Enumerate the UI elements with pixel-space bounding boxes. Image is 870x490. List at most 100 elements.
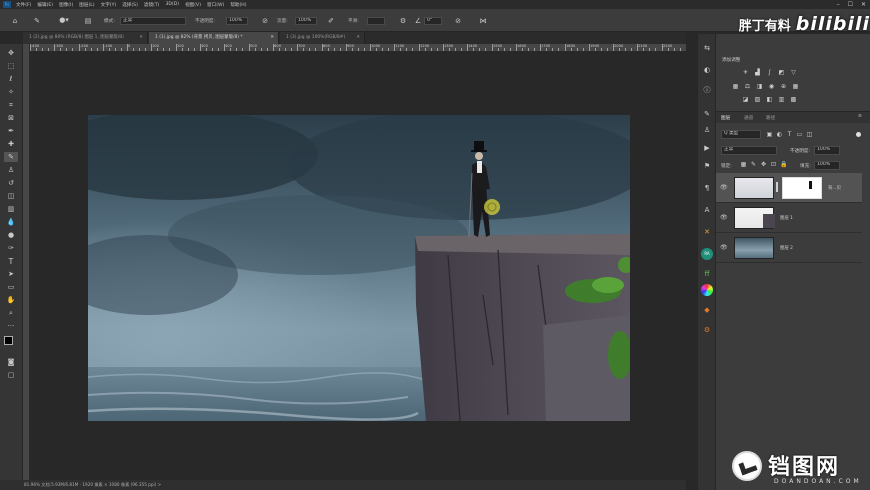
angle-input[interactable]: 0° [424, 17, 442, 25]
flow-input[interactable]: 100% [295, 17, 317, 25]
visibility-eye-icon[interactable]: 👁 [720, 244, 728, 251]
posterize-adjust-icon[interactable]: ▨ [754, 97, 761, 103]
chain-link-icon[interactable] [776, 182, 778, 192]
brightness-adjust-icon[interactable]: ☀ [742, 70, 749, 76]
zoom-tool-icon[interactable]: ⌕ [6, 309, 16, 317]
plugin-x-icon[interactable]: ✕ [702, 228, 712, 237]
color-wheel-icon[interactable] [701, 284, 713, 296]
dodge-tool-icon[interactable]: ● [6, 231, 16, 239]
blur-tool-icon[interactable]: 💧 [6, 218, 16, 226]
color-balance-adjust-icon[interactable]: ⚖ [744, 84, 751, 90]
layer-name[interactable]: 背...贝 [828, 185, 841, 191]
black-white-adjust-icon[interactable]: ◨ [756, 84, 763, 90]
invert-adjust-icon[interactable]: ◪ [742, 97, 749, 103]
filter-shape-icon[interactable]: ▭ [796, 132, 803, 138]
smoothing-input[interactable] [367, 17, 385, 25]
lasso-tool-icon[interactable]: ℓ [6, 75, 16, 83]
close-icon[interactable]: ✕ [270, 32, 274, 44]
brush-tool-icon[interactable]: ✎ [32, 16, 42, 26]
close-window-icon[interactable]: ✕ [861, 1, 866, 8]
brush-tool-icon[interactable]: ✎ [4, 152, 18, 162]
opacity-input[interactable]: 100% [226, 17, 248, 25]
lock-transparent-icon[interactable]: ▦ [740, 162, 747, 168]
airbrush-icon[interactable]: ✐ [326, 16, 336, 26]
rectangle-tool-icon[interactable]: ▭ [6, 283, 16, 291]
menu-3d[interactable]: 3D(D) [165, 2, 179, 7]
threshold-adjust-icon[interactable]: ◧ [766, 97, 773, 103]
foreground-color-swatch[interactable] [4, 336, 13, 345]
menu-view[interactable]: 视图(V) [185, 2, 201, 8]
levels-adjust-icon[interactable]: ▟ [754, 70, 761, 76]
menu-type[interactable]: 文字(Y) [101, 2, 117, 8]
plugin-ra-icon[interactable]: RA [701, 248, 713, 260]
horizontal-ruler[interactable]: -400 -300 -200 -100 0 100 200 300 400 500 600 700 80… [30, 44, 686, 52]
gradient-tool-icon[interactable]: ▥ [6, 205, 16, 213]
visibility-eye-icon[interactable]: 👁 [720, 184, 728, 191]
history-brush-tool-icon[interactable]: ↺ [6, 179, 16, 187]
brush-panel-icon[interactable]: ✎ [702, 110, 712, 119]
filter-type-icon[interactable]: T [786, 132, 793, 138]
visibility-eye-icon[interactable]: 👁 [720, 214, 728, 221]
character-panel-icon[interactable]: A [702, 206, 712, 215]
actions-panel-icon[interactable]: ▶ [702, 144, 712, 153]
plugin-cube-icon[interactable]: ◆ [702, 306, 712, 315]
menu-image[interactable]: 图像(I) [59, 2, 73, 8]
type-tool-icon[interactable]: T [6, 257, 16, 266]
lock-position-icon[interactable]: ✥ [760, 162, 767, 168]
symmetry-icon[interactable]: ⋈ [478, 16, 488, 26]
layer-filter-select[interactable]: Q 类型 [721, 130, 761, 139]
hue-adjust-icon[interactable]: ▦ [732, 84, 739, 90]
more-tools-icon[interactable]: ··· [6, 322, 16, 330]
channel-mixer-adjust-icon[interactable]: ⊕ [780, 84, 787, 90]
filter-adjust-icon[interactable]: ◐ [776, 132, 783, 138]
close-icon[interactable]: ✕ [356, 32, 360, 44]
frame-tool-icon[interactable]: ⊠ [6, 114, 16, 122]
eraser-tool-icon[interactable]: ◫ [6, 192, 16, 200]
tab-channels[interactable]: 通道 [744, 115, 753, 121]
gradient-map-adjust-icon[interactable]: ▥ [778, 97, 785, 103]
eyedropper-tool-icon[interactable]: ✒ [6, 127, 16, 135]
exposure-adjust-icon[interactable]: ◩ [778, 70, 785, 76]
screen-mode-icon[interactable]: ▢ [6, 371, 16, 379]
color-lookup-adjust-icon[interactable]: ▦ [792, 84, 799, 90]
clone-panel-icon[interactable]: ♙ [702, 126, 712, 135]
properties-panel-icon[interactable]: ⚑ [702, 162, 712, 171]
angle-icon[interactable]: ∠ [413, 16, 423, 26]
hand-tool-icon[interactable]: ✋ [6, 296, 16, 304]
filter-toggle-icon[interactable] [856, 132, 861, 137]
brush-preset-picker-icon[interactable]: ●▾ [56, 14, 72, 26]
healing-brush-tool-icon[interactable]: ✚ [6, 140, 16, 148]
clone-stamp-tool-icon[interactable]: ♙ [6, 166, 16, 174]
gear-icon[interactable]: ⚙ [398, 16, 408, 26]
marquee-tool-icon[interactable]: ⬚ [6, 62, 16, 70]
menu-filter[interactable]: 滤镜(T) [144, 2, 160, 8]
quick-select-tool-icon[interactable]: ✧ [6, 88, 16, 96]
path-select-tool-icon[interactable]: ➤ [6, 270, 16, 278]
menu-layer[interactable]: 图层(L) [79, 2, 94, 8]
close-icon[interactable]: ✕ [139, 32, 143, 44]
tab-layers[interactable]: 图层 [721, 115, 730, 121]
vertical-ruler[interactable] [23, 44, 30, 480]
menu-file[interactable]: 文件(F) [16, 2, 31, 8]
tab-paths[interactable]: 路径 [766, 115, 775, 121]
photo-filter-adjust-icon[interactable]: ◉ [768, 84, 775, 90]
brush-settings-icon[interactable]: ▤ [83, 16, 93, 26]
paragraph-panel-icon[interactable]: ¶ [702, 184, 712, 193]
tab-document-1[interactable]: 1 (1).jpg @ 82% (背景 拷贝, 图层蒙版/8) * ✕ [149, 32, 279, 44]
maximize-icon[interactable]: ☐ [848, 1, 853, 8]
plugin-settings-icon[interactable]: ⚙ [702, 326, 712, 335]
color-panel-icon[interactable]: ◐ [702, 66, 712, 75]
pen-tool-icon[interactable]: ✑ [6, 244, 16, 252]
layer-name[interactable]: 图层 2 [780, 245, 793, 251]
photoshop-logo-icon[interactable]: Ps [3, 1, 11, 8]
filter-smart-icon[interactable]: ◫ [806, 132, 813, 138]
move-tool-icon[interactable]: ✥ [6, 49, 16, 57]
lock-pixels-icon[interactable]: ✎ [750, 162, 757, 168]
selective-color-adjust-icon[interactable]: ▩ [790, 97, 797, 103]
lock-artboard-icon[interactable]: ⊡ [770, 162, 777, 168]
vibrance-adjust-icon[interactable]: ▽ [790, 70, 797, 76]
info-panel-icon[interactable]: ⓘ [702, 86, 712, 95]
layer-opacity-input[interactable]: 100% [814, 146, 840, 155]
plugin-ff-icon[interactable]: ff [702, 270, 712, 279]
pressure-opacity-icon[interactable]: ⊘ [260, 16, 270, 26]
